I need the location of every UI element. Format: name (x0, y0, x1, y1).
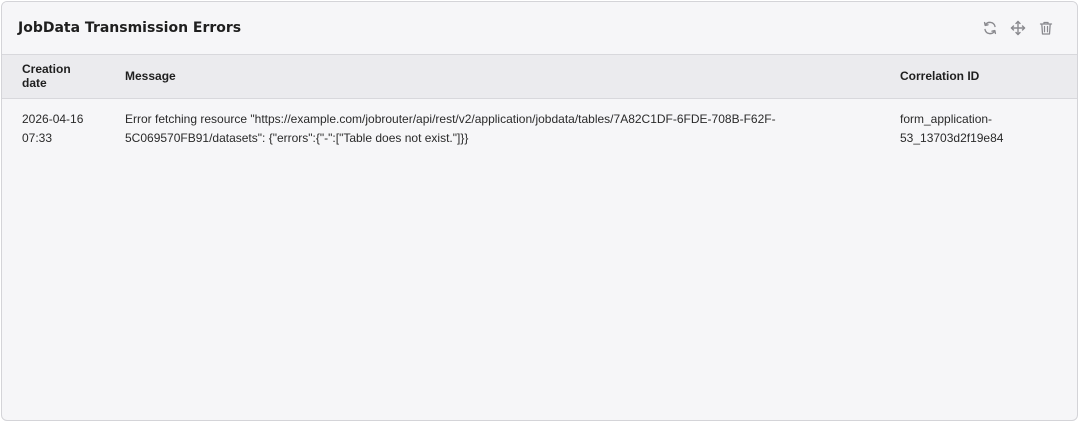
column-header-correlation-id[interactable]: Correlation ID (880, 55, 1077, 98)
move-icon[interactable] (1009, 19, 1027, 37)
table-row[interactable]: 2026-04-16 07:33 Error fetching resource… (2, 98, 1077, 159)
column-header-message[interactable]: Message (105, 55, 880, 98)
column-header-creation-date[interactable]: Creation date (2, 55, 105, 98)
refresh-icon[interactable] (981, 19, 999, 37)
table-header-row: Creation date Message Correlation ID (2, 55, 1077, 98)
widget-actions (981, 19, 1055, 37)
cell-message: Error fetching resource "https://example… (125, 111, 776, 145)
widget-title: JobData Transmission Errors (18, 20, 242, 36)
cell-creation-date: 2026-04-16 07:33 (22, 111, 84, 145)
errors-table: Creation date Message Correlation ID 202… (2, 55, 1077, 159)
jobdata-errors-widget: JobData Transmission Errors Creation dat… (1, 1, 1078, 421)
cell-correlation-id: form_application-53_13703d2f19e84 (900, 111, 1004, 145)
widget-header: JobData Transmission Errors (2, 2, 1077, 55)
trash-icon[interactable] (1037, 19, 1055, 37)
